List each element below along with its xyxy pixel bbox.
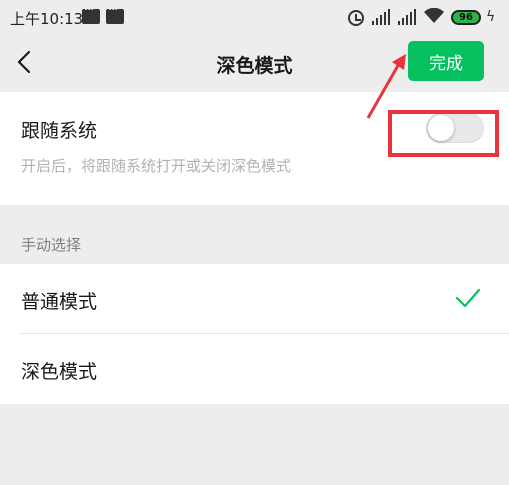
mode-option-label: 深色模式 <box>21 361 98 383</box>
cellular-signal-icon <box>398 9 416 25</box>
mode-option-label: 普通模式 <box>21 291 98 313</box>
navigation-bar: 深色模式 完成 <box>0 36 509 92</box>
mode-option-normal[interactable]: 普通模式 <box>0 264 509 334</box>
mode-option-dark[interactable]: 深色模式 <box>0 334 509 404</box>
manual-selection-header: 手动选择 <box>21 236 82 254</box>
annotation-arrow-icon <box>366 54 406 119</box>
status-time: 上午10:13 <box>10 10 84 28</box>
cellular-signal-icon <box>372 9 390 25</box>
message-notification-icon <box>106 3 124 24</box>
message-notification-icon <box>82 3 100 24</box>
dark-mode-settings-screen: 上午10:13 96 ϟ 深色模式 完成 跟随系统 开启后，将跟随系统打开或关闭… <box>0 0 509 485</box>
charging-icon: ϟ <box>486 9 496 25</box>
status-bar: 上午10:13 96 ϟ <box>0 0 509 36</box>
checkmark-icon <box>455 288 481 308</box>
mode-list: 普通模式 深色模式 <box>0 264 509 404</box>
follow-system-description: 开启后，将跟随系统打开或关闭深色模式 <box>21 157 292 175</box>
follow-system-label: 跟随系统 <box>21 120 98 142</box>
battery-icon: 96 <box>451 10 481 25</box>
wifi-icon <box>424 8 444 23</box>
done-button[interactable]: 完成 <box>408 41 484 81</box>
alarm-icon <box>348 10 364 26</box>
